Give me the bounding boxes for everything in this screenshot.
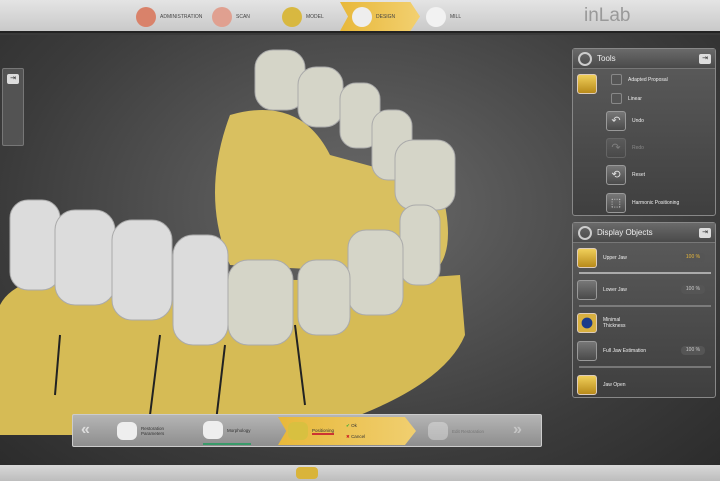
brand-logo: inLab (584, 5, 631, 26)
full-jaw-estimation-percent[interactable]: 100 % (681, 346, 705, 355)
upper-jaw-toggle[interactable]: Upper Jaw (577, 248, 627, 268)
lower-jaw-toggle[interactable]: Lower Jaw (577, 280, 627, 300)
undo-button[interactable]: ↶ Undo (606, 111, 644, 131)
cross-icon: ✖ (346, 433, 350, 439)
scan-icon (212, 6, 232, 27)
tools-panel: Tools ⇥ Adapted Proposal Linear ↶ Undo ↷ Re… (572, 48, 716, 216)
top-navigation-bar: Administration Scan Model Design Mill in… (0, 0, 720, 33)
wizard-step-restoration-parameters[interactable]: Restoration Parameters (117, 417, 175, 445)
step-design[interactable]: Design (340, 2, 420, 31)
checkbox[interactable] (611, 74, 622, 85)
mill-icon (426, 6, 446, 27)
checkbox[interactable] (611, 93, 622, 104)
adapted-proposal-option[interactable]: Adapted Proposal (611, 74, 668, 85)
jaw-open-icon (577, 375, 597, 395)
step-model[interactable]: Model (276, 2, 330, 31)
reset-button[interactable]: ⟲ Reset (606, 165, 645, 185)
reset-icon: ⟲ (606, 165, 626, 185)
design-icon (352, 6, 372, 27)
redo-icon: ↷ (606, 138, 626, 158)
step-administration[interactable]: Administration (130, 2, 208, 31)
minimal-thickness-icon (577, 313, 597, 333)
bottom-status-bar (0, 465, 720, 481)
undo-icon: ↶ (606, 111, 626, 131)
redo-button[interactable]: ↷ Redo (606, 138, 644, 158)
left-collapsed-panel[interactable]: ⇥ (2, 68, 24, 146)
pin-icon[interactable]: ⇥ (699, 228, 711, 238)
positioning-icon (288, 422, 308, 440)
ok-button[interactable]: ✔ Ok (346, 423, 365, 429)
step-scan[interactable]: Scan (206, 2, 256, 31)
upper-jaw-percent[interactable]: 100 % (681, 253, 705, 262)
check-icon: ✔ (346, 422, 350, 428)
administration-icon (136, 6, 156, 27)
tools-title: Tools (597, 54, 616, 63)
pin-icon[interactable]: ⇥ (7, 74, 19, 84)
full-jaw-estimation-icon (577, 341, 597, 361)
model-tool-icon[interactable] (296, 467, 318, 479)
harmonic-positioning-button[interactable]: ⬚ Harmonic Positioning (606, 193, 679, 213)
display-objects-icon (578, 226, 592, 240)
full-jaw-estimation-slider[interactable] (579, 366, 711, 368)
jaw-model-scene[interactable] (0, 35, 570, 465)
jaw-open-toggle[interactable]: Jaw Open (577, 375, 626, 395)
step-mill[interactable]: Mill (420, 2, 467, 31)
upper-jaw-icon (577, 248, 597, 268)
linear-option[interactable]: Linear (611, 93, 642, 104)
minimal-thickness-toggle[interactable]: Minimal Thickness (577, 313, 643, 333)
wizard-step-edit-restoration[interactable]: Edit Restoration (428, 417, 484, 445)
next-step-button[interactable]: » (513, 421, 522, 439)
wizard-step-positioning[interactable]: Positioning ✔ Ok ✖ Cancel (278, 417, 416, 445)
lower-jaw-slider[interactable] (579, 305, 711, 307)
harmonic-positioning-icon: ⬚ (606, 193, 626, 213)
morphology-icon (203, 421, 223, 439)
edit-restoration-icon (428, 422, 448, 440)
restoration-parameters-icon (117, 422, 137, 440)
upper-jaw-slider[interactable] (579, 272, 711, 274)
previous-step-button[interactable]: « (81, 421, 90, 439)
tools-icon (578, 52, 592, 66)
display-objects-panel: Display Objects ⇥ Upper Jaw 100 % Lower J… (572, 222, 716, 398)
model-icon (282, 6, 302, 27)
wizard-step-morphology[interactable]: Morphology (203, 417, 251, 445)
full-jaw-estimation-toggle[interactable]: Full Jaw Estimation (577, 341, 646, 361)
design-wizard-bar: « Restoration Parameters Morphology Posi… (72, 414, 542, 447)
lower-jaw-percent[interactable]: 100 % (681, 285, 705, 294)
pin-icon[interactable]: ⇥ (699, 54, 711, 64)
lower-jaw-icon (577, 280, 597, 300)
positioning-tool-icon[interactable] (577, 74, 597, 94)
cancel-button[interactable]: ✖ Cancel (346, 434, 365, 440)
